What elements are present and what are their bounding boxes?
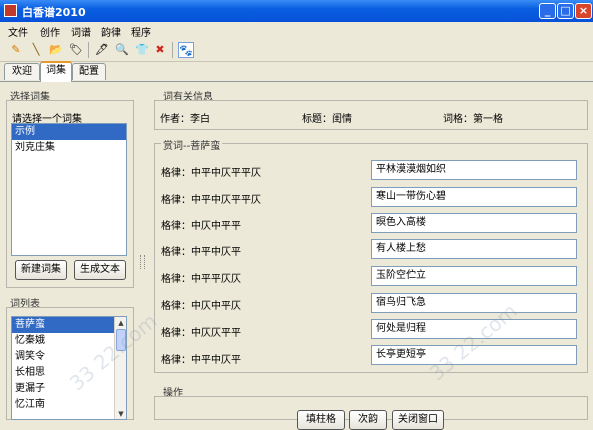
minimize-button[interactable]: _ bbox=[539, 3, 556, 19]
menu-bar: 文件 创作 词谱 韵律 程序 bbox=[0, 22, 593, 40]
menu-cipu[interactable]: 词谱 bbox=[71, 24, 91, 39]
menu-file[interactable]: 文件 bbox=[8, 24, 28, 39]
verse-field[interactable]: 有人楼上愁 bbox=[371, 239, 577, 259]
list-item[interactable]: 更漏子 bbox=[12, 381, 126, 397]
toolbar: ✎ ╲ 📂 🏷 🖋 🔍 👕 ✖ 🐾 bbox=[0, 39, 593, 62]
pattern-label: 格律：中仄中平仄 bbox=[161, 301, 241, 312]
scroll-down-icon[interactable]: ▼ bbox=[116, 409, 126, 419]
appreciation-group-title: 赏词--菩萨蛮 bbox=[161, 137, 223, 152]
list-item[interactable]: 忆江南 bbox=[12, 397, 126, 413]
shirt-icon[interactable]: 👕 bbox=[134, 42, 150, 58]
maximize-button[interactable]: □ bbox=[557, 3, 574, 19]
toolbar-separator bbox=[88, 42, 89, 58]
list-item[interactable]: 示例 bbox=[12, 124, 126, 140]
window-title: 白香谱2010 bbox=[22, 6, 86, 19]
collection-list[interactable]: 示例 刘克庄集 bbox=[11, 123, 127, 256]
menu-rhyme[interactable]: 韵律 bbox=[101, 24, 121, 39]
pattern-label: 格律：中平中仄平 bbox=[161, 247, 241, 258]
verse-field[interactable]: 玉阶空伫立 bbox=[371, 266, 577, 286]
format-label: 词格：第一格 bbox=[443, 114, 503, 125]
brush-icon[interactable]: ╲ bbox=[28, 42, 44, 58]
tag-icon[interactable]: 🏷 bbox=[68, 42, 84, 58]
splitter-handle[interactable] bbox=[140, 255, 145, 269]
tab-settings[interactable]: 配置 bbox=[72, 63, 106, 80]
new-collection-button[interactable]: 新建词集 bbox=[15, 260, 67, 280]
app-icon bbox=[4, 4, 17, 17]
list-item[interactable]: 菩萨蛮 bbox=[12, 317, 126, 333]
pattern-label: 格律：中平中仄平平仄 bbox=[161, 195, 261, 206]
pattern-label: 格律：中平中仄平平仄 bbox=[161, 168, 261, 179]
open-folder-icon[interactable]: 📂 bbox=[48, 42, 64, 58]
tab-welcome[interactable]: 欢迎 bbox=[4, 63, 40, 80]
close-window-button[interactable]: 关闭窗口 bbox=[392, 410, 444, 430]
tab-collection[interactable]: 词集 bbox=[40, 61, 72, 82]
info-group bbox=[154, 100, 588, 130]
toolbar-separator bbox=[172, 42, 173, 58]
verse-field[interactable]: 平林漠漠烟如织 bbox=[371, 160, 577, 180]
verse-field[interactable]: 暝色入高楼 bbox=[371, 213, 577, 233]
magnifier-icon[interactable]: 🔍 bbox=[114, 42, 130, 58]
pattern-label: 格律：中平平仄仄 bbox=[161, 274, 241, 285]
pattern-label: 格律：中仄中平平 bbox=[161, 221, 241, 232]
delete-icon[interactable]: ✖ bbox=[152, 42, 168, 58]
menu-program[interactable]: 程序 bbox=[131, 24, 151, 39]
pattern-label: 格律：中平中仄平 bbox=[161, 355, 241, 366]
tab-strip: 欢迎 词集 配置 bbox=[0, 61, 593, 82]
pen-icon[interactable]: 🖋 bbox=[94, 42, 110, 58]
generate-text-button[interactable]: 生成文本 bbox=[74, 260, 126, 280]
fill-pattern-button[interactable]: 填柱格 bbox=[297, 410, 345, 430]
pattern-label: 格律：中仄仄平平 bbox=[161, 328, 241, 339]
title-label: 标题：闺情 bbox=[302, 114, 352, 125]
verse-field[interactable]: 宿鸟归飞急 bbox=[371, 293, 577, 313]
author-label: 作者：李白 bbox=[160, 114, 210, 125]
list-item[interactable]: 刘克庄集 bbox=[12, 140, 126, 156]
menu-create[interactable]: 创作 bbox=[40, 24, 60, 39]
close-button[interactable]: × bbox=[575, 3, 592, 19]
pencil-icon[interactable]: ✎ bbox=[8, 42, 24, 58]
paw-icon[interactable]: 🐾 bbox=[178, 42, 194, 58]
verse-field[interactable]: 寒山一带伤心碧 bbox=[371, 187, 577, 207]
title-bar: 白香谱2010 _ □ × bbox=[0, 0, 593, 22]
rhyme-button[interactable]: 次韵 bbox=[349, 410, 387, 430]
